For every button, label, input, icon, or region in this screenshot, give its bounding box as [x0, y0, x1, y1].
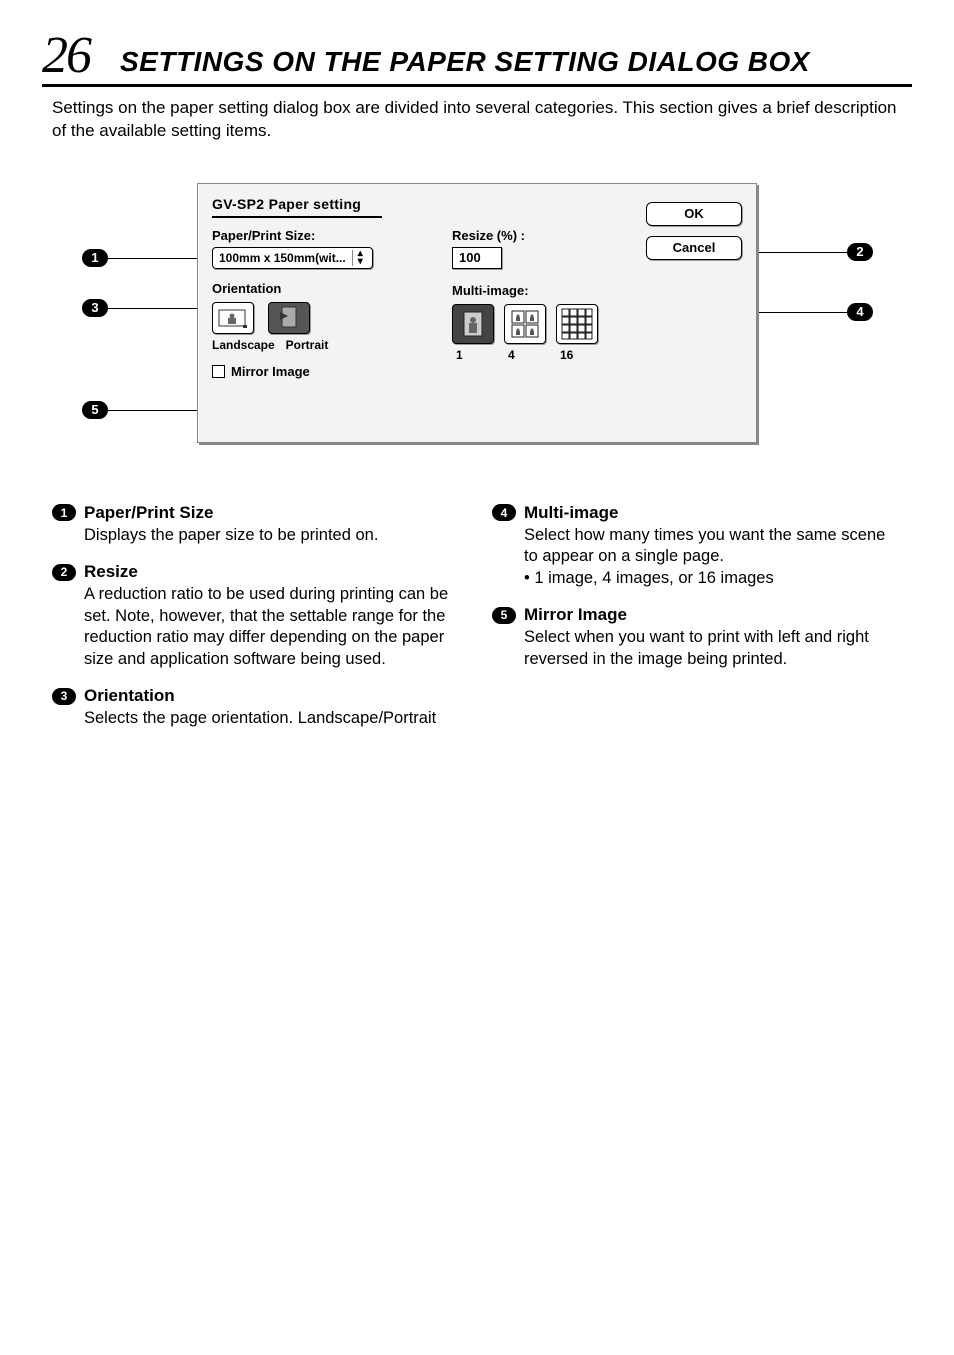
resize-value: 100: [459, 250, 481, 265]
leader-3: [108, 308, 198, 309]
resize-input[interactable]: 100: [452, 247, 502, 269]
desc-item-1: 1 Paper/Print Size Displays the paper si…: [52, 503, 462, 546]
sixteen-image-icon: [561, 308, 593, 340]
callout-3: 3: [82, 299, 108, 317]
desc-title-2: Resize: [84, 562, 138, 582]
badge-5: 5: [492, 607, 516, 624]
ok-button[interactable]: OK: [646, 202, 742, 226]
desc-item-4: 4 Multi-image Select how many times you …: [492, 503, 902, 589]
multi-opt-16: 16: [556, 348, 598, 362]
multi-image-1-button[interactable]: [452, 304, 494, 344]
multi-opt-4: 4: [504, 348, 546, 362]
resize-label: Resize (%) :: [452, 228, 742, 243]
orientation-portrait-button[interactable]: [268, 302, 310, 334]
desc-body-4: Select how many times you want the same …: [492, 525, 902, 568]
multi-image-label: Multi-image:: [452, 283, 742, 298]
multi-image-4-button[interactable]: [504, 304, 546, 344]
orientation-landscape-button[interactable]: [212, 302, 254, 334]
paper-size-value: 100mm x 150mm(wit...: [219, 251, 346, 265]
landscape-icon: [218, 307, 248, 329]
callout-4: 4: [847, 303, 873, 321]
desc-item-5: 5 Mirror Image Select when you want to p…: [492, 605, 902, 670]
single-image-icon: [462, 310, 484, 338]
callout-1: 1: [82, 249, 108, 267]
leader-5: [108, 410, 198, 411]
paper-setting-dialog: GV-SP2 Paper setting OK Cancel Paper/Pri…: [197, 183, 757, 443]
portrait-label: Portrait: [278, 338, 336, 352]
badge-4: 4: [492, 504, 516, 521]
title-rule: [212, 216, 382, 218]
multi-image-16-button[interactable]: [556, 304, 598, 344]
paper-size-label: Paper/Print Size:: [212, 228, 452, 243]
leader-1: [108, 258, 198, 259]
page-title: SETTINGS ON THE PAPER SETTING DIALOG BOX: [120, 46, 810, 82]
multi-opt-1: 1: [452, 348, 494, 362]
paper-size-select[interactable]: 100mm x 150mm(wit... ▴▾: [212, 247, 373, 269]
desc-title-3: Orientation: [84, 686, 175, 706]
badge-1: 1: [52, 504, 76, 521]
intro-text: Settings on the paper setting dialog box…: [52, 97, 902, 143]
desc-title-5: Mirror Image: [524, 605, 627, 625]
desc-title-1: Paper/Print Size: [84, 503, 213, 523]
desc-item-2: 2 Resize A reduction ratio to be used du…: [52, 562, 462, 670]
landscape-label: Landscape: [212, 338, 270, 352]
badge-2: 2: [52, 564, 76, 581]
desc-body-5: Select when you want to print with left …: [492, 627, 902, 670]
select-arrows-icon: ▴▾: [352, 250, 368, 266]
desc-body-3: Selects the page orientation. Landscape/…: [52, 708, 462, 729]
desc-bullet-4: • 1 image, 4 images, or 16 images: [492, 568, 902, 589]
orientation-label: Orientation: [212, 281, 452, 296]
mirror-image-label: Mirror Image: [231, 364, 310, 379]
four-image-icon: [510, 309, 540, 339]
description-columns: 1 Paper/Print Size Displays the paper si…: [42, 503, 912, 746]
callout-5: 5: [82, 401, 108, 419]
desc-item-3: 3 Orientation Selects the page orientati…: [52, 686, 462, 729]
callout-2: 2: [847, 243, 873, 261]
page-header: 26 SETTINGS ON THE PAPER SETTING DIALOG …: [42, 30, 912, 87]
desc-title-4: Multi-image: [524, 503, 618, 523]
mirror-image-checkbox[interactable]: [212, 365, 225, 378]
page-number: 26: [42, 30, 90, 82]
badge-3: 3: [52, 688, 76, 705]
portrait-icon: [274, 306, 304, 330]
desc-body-1: Displays the paper size to be printed on…: [52, 525, 462, 546]
desc-body-2: A reduction ratio to be used during prin…: [52, 584, 462, 670]
dialog-diagram: 1 3 5 2 4 GV-SP2 Paper setting OK Cancel…: [42, 183, 912, 443]
